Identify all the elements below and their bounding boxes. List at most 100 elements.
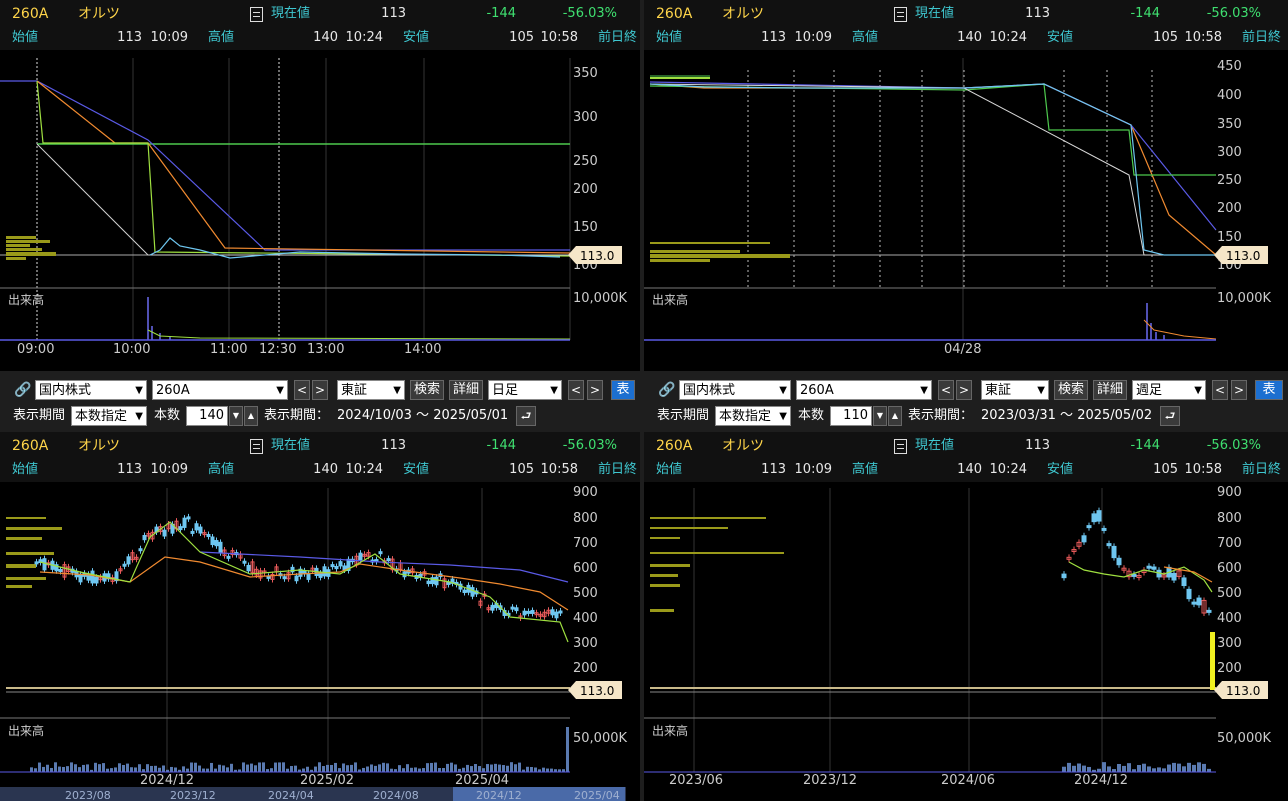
x-tick: 2025/04 <box>455 773 509 788</box>
detail-button[interactable]: 詳細 <box>1093 380 1127 400</box>
code-select[interactable]: 260A ▼ <box>152 380 288 400</box>
chart-panel-intraday[interactable]: 260A オルツ 現在値 113 -144 -56.03% 始値 113 10:… <box>0 0 640 371</box>
document-icon[interactable] <box>250 7 263 22</box>
high-time: 10:24 <box>345 462 383 477</box>
y-tick: 200 <box>1217 661 1242 676</box>
candle <box>1146 565 1152 569</box>
volume-bar <box>1147 766 1151 772</box>
code-select[interactable]: 260A ▼ <box>796 380 932 400</box>
volume-bar <box>346 765 349 772</box>
y-tick: 300 <box>573 636 598 651</box>
volume-bar <box>30 767 33 772</box>
candle <box>1091 513 1097 523</box>
prev-close-label: 前日終 <box>1242 30 1282 45</box>
count-down-button[interactable]: ▼ <box>873 406 887 426</box>
volume-bar <box>278 762 281 772</box>
count-input[interactable]: 110 <box>830 406 872 426</box>
search-button[interactable]: 検索 <box>1054 380 1088 400</box>
low-label: 安値 <box>1047 462 1074 477</box>
volume-bar <box>494 763 497 772</box>
prev-close-label: 前日終 <box>1242 462 1282 477</box>
volume-bar <box>446 763 449 772</box>
candle <box>522 610 527 616</box>
document-icon[interactable] <box>894 439 907 454</box>
period-mode-select[interactable]: 本数指定 ▼ <box>71 406 147 426</box>
intraday-chart[interactable]: 350 300 250 200 150 100 113.0 出来高 10,000… <box>0 50 640 371</box>
candle <box>190 530 195 534</box>
current-price-value: 113 <box>1025 438 1050 453</box>
nav-tick: 2024/12 <box>476 789 522 801</box>
volume-bar <box>1167 764 1171 772</box>
current-price-tag: 113.0 <box>1214 246 1268 264</box>
volume-bar <box>474 764 477 772</box>
volume-bar <box>198 765 201 772</box>
market-select[interactable]: 国内株式 ▼ <box>679 380 791 400</box>
volume-bar <box>42 766 45 772</box>
period-mode-select[interactable]: 本数指定 ▼ <box>715 406 791 426</box>
chart-panel-weekly[interactable]: 260A オルツ 現在値 113 -144 -56.03% 始値 113 10:… <box>644 432 1288 801</box>
nav-tick: 2024/04 <box>268 789 314 801</box>
exchange-select[interactable]: 東証 ▼ <box>337 380 405 400</box>
y-tick: 600 <box>1217 561 1242 576</box>
display-button[interactable]: 表 <box>1255 380 1283 400</box>
candle <box>1061 573 1067 579</box>
volume-bar <box>70 762 73 772</box>
next-button[interactable]: > <box>956 380 972 400</box>
candle <box>462 589 467 594</box>
next-period-button[interactable]: > <box>1231 380 1247 400</box>
volume-label: 出来高 <box>8 292 44 307</box>
volume-bar <box>282 762 285 772</box>
chart-panel-daily[interactable]: 260A オルツ 現在値 113 -144 -56.03% 始値 113 10:… <box>0 432 640 801</box>
weekly-chart[interactable]: 900 800 700 600 500 400 300 200 113.0 出来… <box>644 482 1288 801</box>
y-tick: 400 <box>1217 611 1242 626</box>
period-type-select[interactable]: 週足 ▼ <box>1132 380 1206 400</box>
exchange-select[interactable]: 東証 ▼ <box>981 380 1049 400</box>
candle <box>558 610 563 614</box>
count-label: 本数 <box>798 408 825 423</box>
count-input[interactable]: 140 <box>186 406 228 426</box>
count-label: 本数 <box>154 408 181 423</box>
volume-bar <box>338 768 341 772</box>
candle <box>214 540 219 547</box>
display-button[interactable]: 表 <box>611 380 635 400</box>
link-icon[interactable]: 🔗 <box>14 382 31 398</box>
detail-button[interactable]: 詳細 <box>449 380 483 400</box>
y-tick: 250 <box>573 154 598 169</box>
market-select[interactable]: 国内株式 ▼ <box>35 380 147 400</box>
x-axis: 04/28 <box>944 342 981 357</box>
count-down-button[interactable]: ▼ <box>229 406 243 426</box>
next-period-button[interactable]: > <box>587 380 603 400</box>
next-button[interactable]: > <box>312 380 328 400</box>
volume-bar <box>510 762 513 772</box>
search-button[interactable]: 検索 <box>410 380 444 400</box>
prev-button[interactable]: < <box>938 380 954 400</box>
reset-range-button[interactable]: ⮐ <box>1160 406 1180 426</box>
prev-period-button[interactable]: < <box>568 380 584 400</box>
y-axis: 450 400 350 300 250 200 150 100 <box>1217 59 1242 273</box>
chart-controls-daily: 🔗 国内株式 ▼ 260A ▼ < > 東証 ▼ 検索 詳細 日足 ▼ < > 表 表示… <box>0 374 640 432</box>
prev-button[interactable]: < <box>294 380 310 400</box>
volume-label: 出来高 <box>8 723 44 738</box>
low-time: 10:58 <box>1184 462 1222 477</box>
prev-period-button[interactable]: < <box>1212 380 1228 400</box>
svg-text:113.0: 113.0 <box>1226 249 1260 263</box>
period-type-select[interactable]: 日足 ▼ <box>488 380 562 400</box>
document-icon[interactable] <box>894 7 907 22</box>
price-change: -144 <box>486 438 516 453</box>
candle <box>1151 566 1157 570</box>
reset-range-button[interactable]: ⮐ <box>516 406 536 426</box>
volume-bar <box>218 764 221 772</box>
open-value: 113 <box>117 30 142 45</box>
count-up-button[interactable]: ▲ <box>244 406 258 426</box>
volume-bar <box>382 762 385 772</box>
multiday-chart[interactable]: 450 400 350 300 250 200 150 100 113.0 出来… <box>644 50 1288 371</box>
link-icon[interactable]: 🔗 <box>658 382 675 398</box>
document-icon[interactable] <box>250 439 263 454</box>
candle <box>90 570 95 584</box>
count-up-button[interactable]: ▲ <box>888 406 902 426</box>
volume-bar <box>82 764 85 772</box>
period-label: 表示期間 <box>13 408 66 423</box>
daily-chart[interactable]: 900 800 700 600 500 400 300 200 113.0 出来… <box>0 482 640 801</box>
quote-header: 260A オルツ 現在値 113 -144 -56.03% 始値 113 10:… <box>0 0 640 50</box>
chart-panel-multiday[interactable]: 260A オルツ 現在値 113 -144 -56.03% 始値 113 10:… <box>644 0 1288 371</box>
